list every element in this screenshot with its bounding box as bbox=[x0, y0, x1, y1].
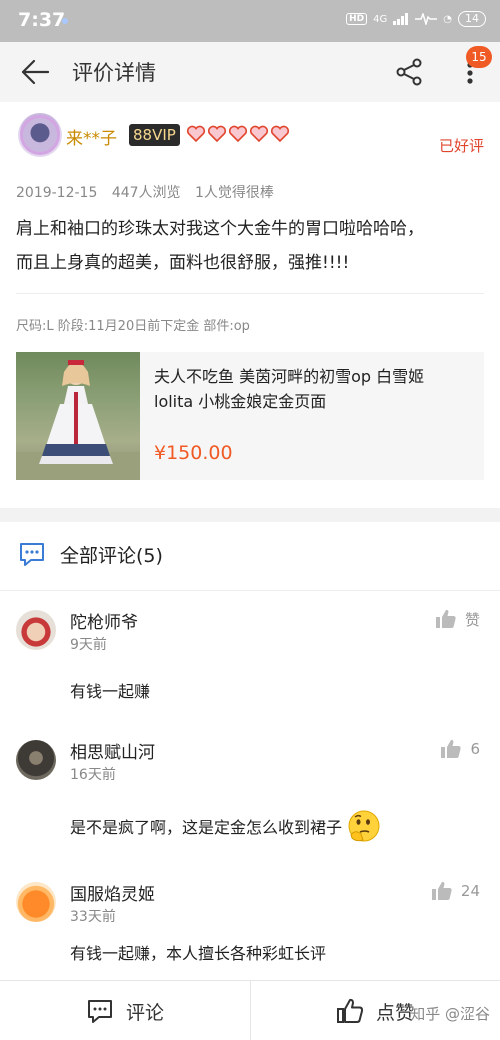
like-count: 6 bbox=[470, 740, 480, 758]
heartbeat-icon bbox=[415, 13, 438, 25]
commenter-name[interactable]: 相思赋山河 bbox=[70, 738, 155, 763]
share-icon[interactable] bbox=[394, 57, 424, 87]
comment-text-content: 是不是疯了啊，这是定金怎么收到裙子 bbox=[70, 818, 343, 837]
reviewer-name[interactable]: 来**子 bbox=[66, 124, 117, 149]
like-count: 赞 bbox=[464, 610, 480, 629]
watermark: 知乎 @涩谷 bbox=[410, 1005, 490, 1023]
divider bbox=[0, 590, 500, 591]
comment-item: 陀枪师爷 9天前 赞 有钱一起赚 bbox=[0, 606, 500, 736]
back-arrow-icon[interactable] bbox=[20, 58, 50, 86]
comment-text-content: 有钱一起赚 bbox=[70, 682, 151, 701]
review-text-line: 肩上和袖口的珍珠太对我这个大金牛的胃口啦哈哈哈， bbox=[16, 219, 424, 239]
product-card[interactable]: 夫人不吃鱼 美茵河畔的初雪op 白雪姬 lolita 小桃金娘定金页面 ¥150… bbox=[16, 352, 484, 480]
product-title[interactable]: 夫人不吃鱼 美茵河畔的初雪op 白雪姬 lolita 小桃金娘定金页面 bbox=[154, 364, 474, 414]
product-image[interactable] bbox=[16, 352, 140, 480]
reviewer-avatar[interactable] bbox=[18, 113, 62, 157]
vip-badge: 88VIP bbox=[129, 124, 180, 146]
battery-icon: 14 bbox=[458, 11, 486, 27]
comment-bubble-icon bbox=[20, 543, 44, 566]
product-price: ¥150.00 bbox=[154, 442, 233, 464]
like-button-label: 点赞 bbox=[375, 1001, 414, 1024]
commenter-name[interactable]: 国服焰灵姬 bbox=[70, 880, 155, 905]
heart-icon bbox=[207, 125, 227, 143]
notification-dot bbox=[62, 18, 68, 24]
product-title-line: lolita 小桃金娘定金页面 bbox=[154, 392, 327, 411]
signal-icon bbox=[393, 13, 409, 25]
review-date: 2019-12-15 bbox=[16, 185, 98, 201]
sku-info: 尺码:L 阶段:11月20日前下定金 部件:op bbox=[16, 319, 250, 334]
comment-text: 是不是疯了啊，这是定金怎么收到裙子 bbox=[70, 808, 382, 844]
comment-item: 相思赋山河 16天前 6 是不是疯了啊，这是定金怎么收到裙子 bbox=[0, 736, 500, 866]
signal-label: 4G bbox=[373, 13, 388, 25]
heart-icon bbox=[186, 125, 206, 143]
wifi-icon: ◔ bbox=[443, 13, 452, 25]
heart-icon bbox=[228, 125, 248, 143]
review-text-line: 而且上身真的超美，面料也很舒服，强推!!!! bbox=[16, 253, 350, 273]
comment-text-content: 有钱一起赚，本人擅长各种彩虹长评 bbox=[70, 944, 327, 963]
hd-icon: HD bbox=[346, 13, 368, 25]
status-bar: 7:37 HD 4G ◔ 14 bbox=[0, 0, 500, 42]
status-icons: HD 4G ◔ 14 bbox=[346, 11, 486, 27]
heart-icon bbox=[249, 125, 269, 143]
product-photo-illustration bbox=[16, 360, 140, 480]
comment-text: 有钱一起赚，本人擅长各种彩虹长评 bbox=[70, 940, 326, 964]
product-title-line: 夫人不吃鱼 美茵河畔的初雪op 白雪姬 bbox=[154, 367, 425, 386]
comments-header: 全部评论(5) bbox=[18, 540, 163, 568]
commenter-avatar[interactable] bbox=[16, 882, 56, 922]
review-meta: 2019-12-15 447人浏览 1人觉得很棒 bbox=[16, 182, 284, 202]
thumbs-up-icon bbox=[435, 609, 456, 628]
like-count: 24 bbox=[460, 882, 480, 900]
thinking-emoji-icon bbox=[348, 810, 380, 842]
commenter-name[interactable]: 陀枪师爷 bbox=[70, 608, 138, 633]
like-button[interactable]: 6 bbox=[440, 738, 480, 760]
comment-time: 33天前 bbox=[70, 909, 116, 925]
comment-button-label: 评论 bbox=[125, 1001, 164, 1024]
comment-time: 9天前 bbox=[70, 637, 107, 653]
review-views: 447人浏览 bbox=[111, 185, 181, 201]
thumbs-up-outline-icon bbox=[336, 998, 364, 1023]
commenter-avatar[interactable] bbox=[16, 610, 56, 650]
comment-text: 有钱一起赚 bbox=[70, 678, 150, 702]
comment-icon bbox=[87, 1000, 112, 1023]
comment-time: 16天前 bbox=[70, 767, 116, 783]
like-button[interactable]: 24 bbox=[431, 880, 480, 902]
commenter-avatar[interactable] bbox=[16, 740, 56, 780]
divider bbox=[16, 293, 484, 294]
status-time: 7:37 bbox=[18, 9, 66, 31]
review-helpful: 1人觉得很棒 bbox=[195, 185, 274, 201]
review-body: 肩上和袖口的珍珠太对我这个大金牛的胃口啦哈哈哈， 而且上身真的超美，面料也很舒服… bbox=[16, 212, 486, 280]
notification-badge: 15 bbox=[466, 46, 492, 68]
reputation-hearts bbox=[186, 124, 290, 144]
heart-icon bbox=[270, 125, 290, 143]
section-gap bbox=[0, 508, 500, 522]
comment-button[interactable]: 评论 bbox=[0, 981, 250, 1040]
comments-title: 全部评论(5) bbox=[60, 544, 163, 567]
like-button[interactable]: 赞 bbox=[435, 608, 480, 630]
header-bar: 评价详情 15 bbox=[0, 42, 500, 102]
thumbs-up-icon bbox=[441, 739, 462, 758]
page-title: 评价详情 bbox=[72, 61, 156, 85]
good-review-tag: 已好评 bbox=[438, 137, 484, 155]
thumbs-up-icon bbox=[431, 881, 452, 900]
